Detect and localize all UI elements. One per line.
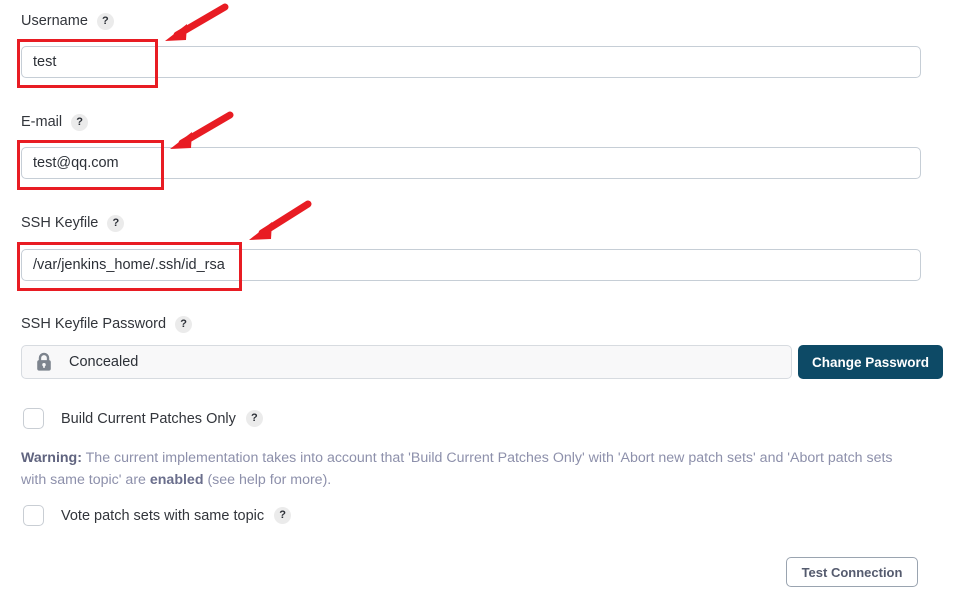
- ssh-keyfile-password-field[interactable]: Concealed: [21, 345, 792, 379]
- concealed-value: Concealed: [69, 354, 139, 370]
- username-label-text: Username: [21, 13, 88, 29]
- test-connection-button[interactable]: Test Connection: [786, 557, 918, 587]
- help-icon[interactable]: ?: [107, 214, 125, 232]
- vote-patch-sets-same-topic-label[interactable]: Vote patch sets with same topic ?: [61, 507, 292, 524]
- help-icon[interactable]: ?: [96, 12, 114, 30]
- ssh-keyfile-input[interactable]: [21, 249, 921, 281]
- build-current-patches-only-row: Build Current Patches Only ?: [23, 408, 263, 429]
- lock-icon: [37, 352, 51, 371]
- warning-part-2: (see help for more).: [203, 472, 332, 488]
- email-label: E-mail ?: [21, 113, 89, 131]
- ssh-keyfile-label: SSH Keyfile ?: [21, 214, 125, 232]
- ssh-keyfile-password-row: Concealed Change Password: [21, 345, 944, 379]
- annotation-arrow-email: [170, 111, 234, 149]
- warning-head: Warning:: [21, 450, 82, 466]
- warning-emphasis: enabled: [149, 472, 204, 488]
- help-icon[interactable]: ?: [71, 113, 89, 131]
- build-current-patches-only-label-text: Build Current Patches Only: [61, 410, 236, 427]
- help-icon[interactable]: ?: [245, 410, 263, 427]
- annotation-arrow-username: [165, 3, 229, 41]
- ssh-keyfile-password-label-text: SSH Keyfile Password: [21, 316, 167, 332]
- email-label-text: E-mail: [21, 114, 63, 130]
- username-input[interactable]: [21, 46, 921, 78]
- build-current-patches-only-label[interactable]: Build Current Patches Only ?: [61, 410, 263, 427]
- help-icon[interactable]: ?: [274, 507, 292, 524]
- gerrit-trigger-settings-form: Username ? E-mail ? SSH Keyfile ? SSH Ke…: [0, 0, 959, 601]
- vote-patch-sets-same-topic-checkbox[interactable]: [23, 505, 44, 526]
- vote-patch-sets-same-topic-label-text: Vote patch sets with same topic: [61, 507, 265, 524]
- ssh-keyfile-label-text: SSH Keyfile: [21, 215, 99, 231]
- email-input[interactable]: [21, 147, 921, 179]
- ssh-keyfile-password-label: SSH Keyfile Password ?: [21, 315, 193, 333]
- annotation-arrow-ssh-keyfile: [249, 200, 312, 240]
- build-current-patches-only-checkbox[interactable]: [23, 408, 44, 429]
- warning-text: Warning: The current implementation take…: [21, 447, 911, 491]
- vote-patch-sets-same-topic-row: Vote patch sets with same topic ?: [23, 505, 292, 526]
- help-icon[interactable]: ?: [175, 315, 193, 333]
- username-label: Username ?: [21, 12, 114, 30]
- change-password-button[interactable]: Change Password: [798, 345, 944, 379]
